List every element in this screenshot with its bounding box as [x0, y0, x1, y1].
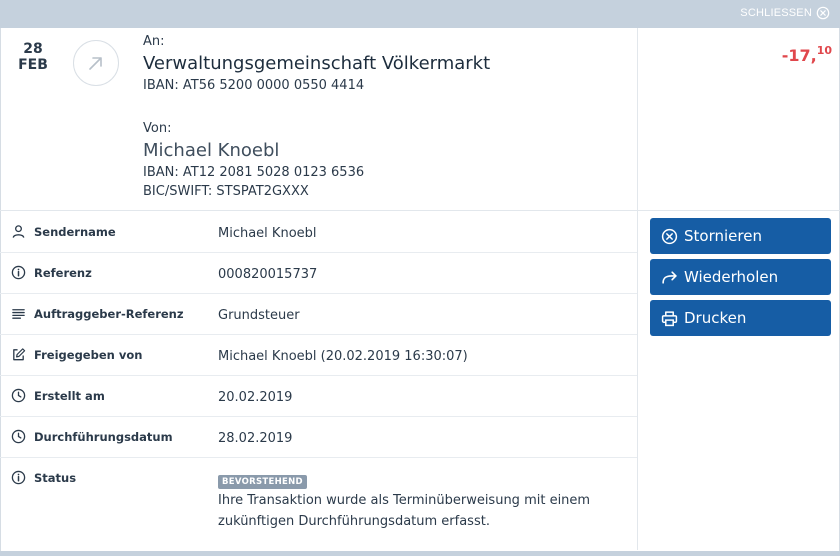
arrow-up-right-icon [89, 57, 102, 70]
column-divider [637, 28, 638, 550]
detail-row-freigegeben-von: Freigegeben von Michael Knoebl (20.02.20… [0, 335, 637, 376]
status-description: Ihre Transaktion wurde als Terminüberwei… [218, 493, 591, 529]
sender-iban: IBAN: AT12 2081 5028 0123 6536 [143, 165, 365, 180]
sender-block: Von: Michael Knoebl IBAN: AT12 2081 5028… [143, 121, 364, 199]
repeat-transaction-button[interactable]: Wiederholen [650, 259, 831, 295]
transaction-date: 28 FEB [14, 41, 52, 73]
detail-value: 000820015737 [218, 267, 318, 282]
top-bar: SCHLIESSEN [0, 0, 840, 28]
detail-label: Freigegeben von [34, 348, 143, 362]
status-badge: BEVORSTEHEND [218, 475, 307, 489]
close-circle-icon [816, 6, 830, 20]
clock-icon [11, 429, 26, 444]
recipient-block: An: Verwaltungsgemeinschaft Völkermarkt … [143, 34, 490, 93]
date-month: FEB [18, 57, 48, 73]
detail-value: Grundsteuer [218, 308, 300, 323]
detail-row-erstellt-am: Erstellt am 20.02.2019 [0, 376, 637, 417]
print-label: Drucken [684, 309, 747, 327]
detail-row-referenz: Referenz 000820015737 [0, 253, 637, 294]
detail-label: Sendername [34, 225, 116, 239]
detail-row-durchfuehrungsdatum: Durchführungsdatum 28.02.2019 [0, 417, 637, 458]
sender-name: Michael Knoebl [143, 140, 280, 161]
status-label: Status [34, 471, 77, 485]
close-button[interactable]: SCHLIESSEN [740, 6, 830, 20]
detail-value: Michael Knoebl [218, 226, 317, 241]
info-icon [11, 265, 26, 280]
recipient-iban: IBAN: AT56 5200 0000 0550 4414 [143, 78, 365, 93]
print-button[interactable]: Drucken [650, 300, 831, 336]
sender-label: Von: [143, 121, 172, 136]
info-icon [11, 470, 26, 485]
close-label: SCHLIESSEN [740, 7, 812, 19]
detail-value: 20.02.2019 [218, 390, 293, 405]
printer-icon [661, 310, 678, 326]
detail-value: 28.02.2019 [218, 431, 293, 446]
detail-label: Auftraggeber-Referenz [34, 307, 184, 321]
edit-icon [13, 348, 26, 361]
recipient-label: An: [143, 34, 165, 49]
transaction-amount: -17,10 [782, 44, 832, 65]
date-day: 28 [23, 41, 43, 57]
section-divider [0, 210, 840, 211]
detail-label: Erstellt am [34, 389, 105, 403]
amount-cents: 10 [816, 44, 832, 57]
status-value: BEVORSTEHEND Ihre Transaktion wurde als … [218, 473, 628, 532]
recipient-name: Verwaltungsgemeinschaft Völkermarkt [143, 53, 491, 74]
repeat-transaction-label: Wiederholen [684, 268, 779, 286]
sender-bic: BIC/SWIFT: STSPAT2GXXX [143, 184, 309, 199]
cancel-transaction-button[interactable]: Stornieren [650, 218, 831, 254]
lines-icon [12, 309, 25, 319]
outgoing-transfer-badge [73, 40, 119, 86]
detail-label: Referenz [34, 266, 92, 280]
cancel-circle-icon [661, 228, 678, 244]
detail-row-status: Status BEVORSTEHEND Ihre Transaktion wur… [0, 458, 637, 550]
redo-arrow-icon [662, 270, 677, 284]
bottom-bar [0, 551, 840, 556]
amount-main: -17, [781, 46, 817, 65]
detail-row-sendername: Sendername Michael Knoebl [0, 212, 637, 253]
cancel-transaction-label: Stornieren [684, 227, 762, 245]
detail-value: Michael Knoebl (20.02.2019 16:30:07) [218, 349, 468, 364]
detail-row-auftraggeber-referenz: Auftraggeber-Referenz Grundsteuer [0, 294, 637, 335]
clock-icon [11, 388, 26, 403]
detail-label: Durchführungsdatum [34, 430, 173, 444]
user-icon [12, 225, 25, 238]
